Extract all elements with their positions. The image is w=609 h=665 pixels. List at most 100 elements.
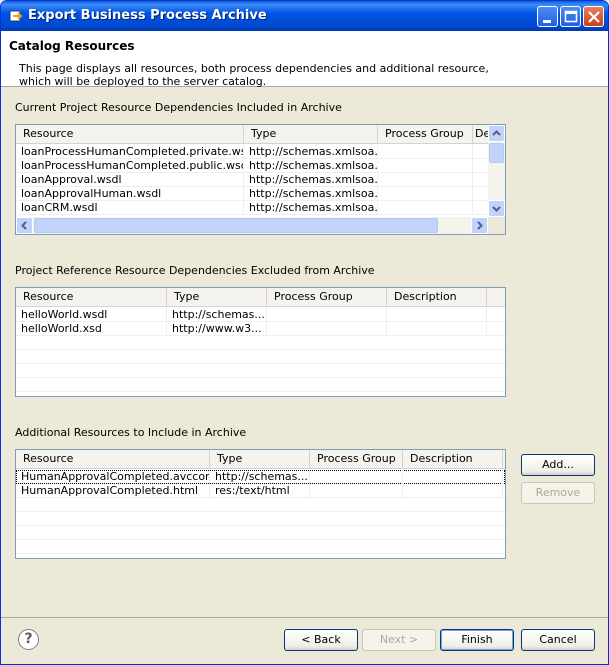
- cell-process-group: [267, 322, 387, 336]
- vertical-scrollbar[interactable]: [488, 125, 505, 217]
- column-header-type[interactable]: Type: [167, 288, 267, 307]
- cell-type: http://schemas.xmlsoa...: [244, 145, 378, 159]
- cell-process-group: [310, 484, 403, 498]
- cell-resource: HumanApprovalCompleted.avcconfig: [16, 470, 210, 484]
- column-header-resource[interactable]: Resource: [16, 125, 244, 144]
- table-header: Resource Type Process Group Des: [16, 125, 490, 144]
- scroll-up-button[interactable]: [488, 125, 505, 142]
- cell-resource: loanCRM.wsdl: [16, 201, 244, 215]
- cell-process-group: [378, 173, 473, 187]
- chevron-right-icon: [477, 221, 483, 230]
- vertical-scroll-thumb[interactable]: [489, 143, 504, 163]
- next-button[interactable]: Next >: [362, 629, 436, 651]
- table-row[interactable]: loanApprovalHuman.wsdl http://schemas.xm…: [16, 187, 490, 201]
- table-row[interactable]: loanCRM.wsdl http://schemas.xmlsoa...: [16, 201, 490, 215]
- table-header: Resource Type Process Group Description: [16, 450, 505, 469]
- minimize-icon: [543, 20, 551, 23]
- table-row[interactable]: helloWorld.xsd http://www.w3...: [16, 322, 505, 336]
- cell-description: [403, 484, 503, 498]
- cell-resource: loanProcessHumanCompleted.private.wsdl: [16, 145, 244, 159]
- table-row[interactable]: loanProcessHumanCompleted.private.wsdl h…: [16, 145, 490, 159]
- cell-resource: loanProcessHumanCompleted.public.wsdl: [16, 159, 244, 173]
- table-row-empty: [16, 540, 505, 554]
- horizontal-scroll-thumb[interactable]: [34, 218, 438, 233]
- cell-process-group: [378, 187, 473, 201]
- additional-section-label: Additional Resources to Include in Archi…: [15, 426, 247, 439]
- remove-resource-button[interactable]: Remove: [521, 482, 595, 504]
- column-header-description[interactable]: Description: [387, 288, 487, 307]
- title-bar[interactable]: Export Business Process Archive: [1, 1, 608, 31]
- column-header-resource[interactable]: Resource: [16, 288, 167, 307]
- export-dialog: Export Business Process Archive Catalog …: [0, 0, 609, 665]
- back-button[interactable]: < Back: [284, 629, 358, 651]
- table-row[interactable]: loanProcessHumanCompleted.public.wsdl ht…: [16, 159, 490, 173]
- table-row-empty: [16, 498, 505, 512]
- help-icon[interactable]: ?: [18, 629, 39, 650]
- cell-type: res:/text/html: [210, 484, 310, 498]
- scroll-corner: [488, 217, 505, 234]
- table-row[interactable]: helloWorld.wsdl http://schemas...: [16, 308, 505, 322]
- horizontal-scrollbar[interactable]: [16, 217, 488, 234]
- chevron-down-icon: [492, 206, 501, 212]
- cell-process-group: [378, 201, 473, 215]
- cell-description: [387, 308, 487, 322]
- cell-process-group: [378, 159, 473, 173]
- cancel-button[interactable]: Cancel: [521, 629, 595, 651]
- table-row[interactable]: HumanApprovalCompleted.avcconfig http://…: [16, 470, 505, 484]
- cell-resource: loanApprovalHuman.wsdl: [16, 187, 244, 201]
- table-row[interactable]: HumanApprovalCompleted.html res:/text/ht…: [16, 484, 505, 498]
- table-header: Resource Type Process Group Description: [16, 288, 505, 307]
- window-title: Export Business Process Archive: [28, 8, 267, 23]
- column-header-type[interactable]: Type: [244, 125, 378, 144]
- column-header-process-group[interactable]: Process Group: [378, 125, 473, 144]
- scroll-left-button[interactable]: [16, 217, 33, 234]
- cell-type: http://schemas.xmlsoa...: [244, 187, 378, 201]
- table-row-empty: [16, 364, 505, 378]
- maximize-button[interactable]: [560, 6, 581, 27]
- cell-process-group: [378, 145, 473, 159]
- table-row-empty: [16, 336, 505, 350]
- table-row[interactable]: loanApproval.wsdl http://schemas.xmlsoa.…: [16, 173, 490, 187]
- column-header-type[interactable]: Type: [210, 450, 310, 469]
- cell-type: http://schemas...: [167, 308, 267, 322]
- cell-resource: helloWorld.xsd: [16, 322, 167, 336]
- cell-description: [403, 470, 503, 484]
- included-resources-table[interactable]: Resource Type Process Group Des loanProc…: [15, 124, 506, 235]
- wizard-header: Catalog Resources This page displays all…: [1, 31, 608, 88]
- table-row-empty: [16, 526, 505, 540]
- column-header-process-group[interactable]: Process Group: [267, 288, 387, 307]
- scroll-right-button[interactable]: [471, 217, 488, 234]
- chevron-up-icon: [492, 130, 501, 136]
- cell-description: [387, 322, 487, 336]
- page-description: This page displays all resources, both p…: [19, 62, 489, 88]
- cell-resource: loanApproval.wsdl: [16, 173, 244, 187]
- column-header-resource[interactable]: Resource: [16, 450, 210, 469]
- included-section-label: Current Project Resource Dependencies In…: [15, 101, 342, 114]
- additional-resources-table[interactable]: Resource Type Process Group Description …: [15, 449, 506, 559]
- close-button[interactable]: [583, 6, 604, 27]
- add-resource-button[interactable]: Add...: [521, 454, 595, 476]
- table-row-empty: [16, 350, 505, 364]
- minimize-button[interactable]: [537, 6, 558, 27]
- cell-resource: helloWorld.wsdl: [16, 308, 167, 322]
- cell-type: http://schemas...: [210, 470, 310, 484]
- cell-process-group: [267, 308, 387, 322]
- cell-type: http://schemas.xmlsoa...: [244, 159, 378, 173]
- table-row-empty: [16, 378, 505, 392]
- maximize-icon: [564, 10, 578, 23]
- cell-type: http://www.w3...: [167, 322, 267, 336]
- excluded-resources-table[interactable]: Resource Type Process Group Description …: [15, 287, 506, 397]
- chevron-left-icon: [21, 221, 27, 230]
- table-row-empty: [16, 512, 505, 526]
- column-header-description[interactable]: Description: [403, 450, 503, 469]
- page-title: Catalog Resources: [9, 39, 135, 53]
- column-header-process-group[interactable]: Process Group: [310, 450, 403, 469]
- excluded-section-label: Project Reference Resource Dependencies …: [15, 264, 375, 277]
- finish-button[interactable]: Finish: [440, 629, 514, 651]
- cell-process-group: [310, 470, 403, 484]
- close-icon: [588, 11, 600, 23]
- scroll-down-button[interactable]: [488, 200, 505, 217]
- export-icon: [9, 10, 23, 22]
- cell-resource: HumanApprovalCompleted.html: [16, 484, 210, 498]
- footer-separator: [1, 617, 608, 618]
